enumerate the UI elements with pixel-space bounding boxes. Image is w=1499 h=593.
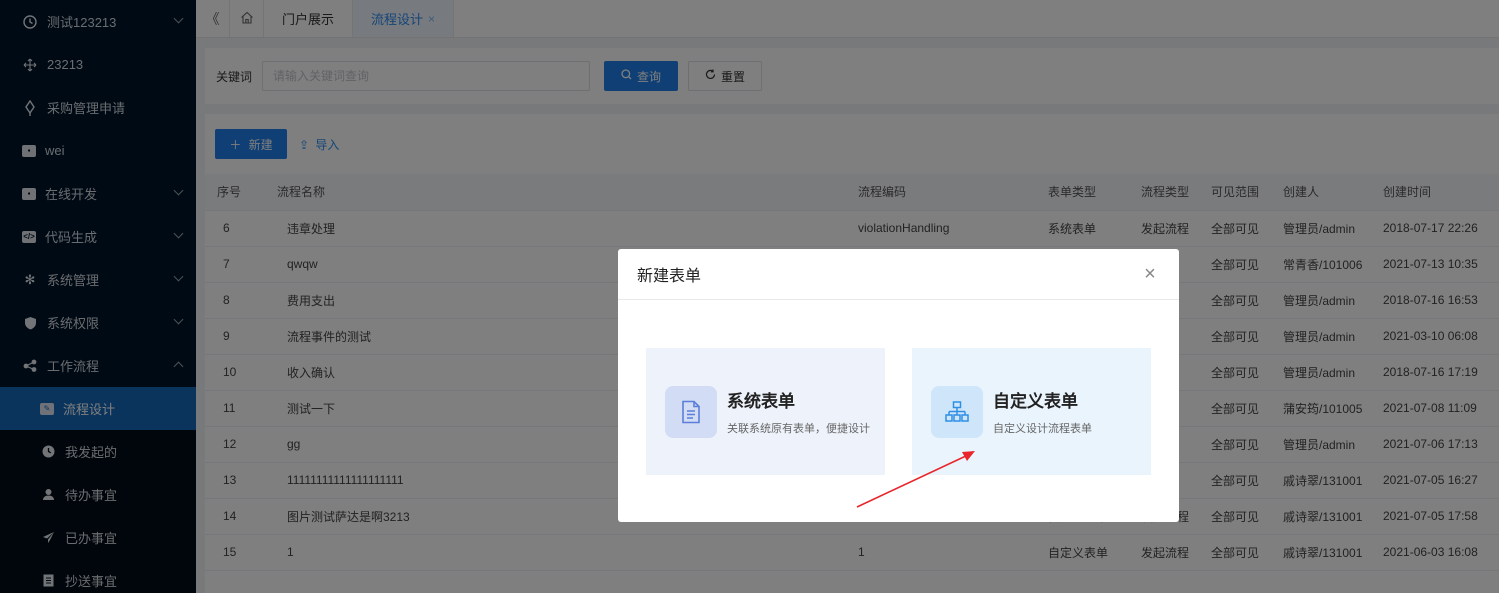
annotation-arrow	[856, 451, 975, 508]
